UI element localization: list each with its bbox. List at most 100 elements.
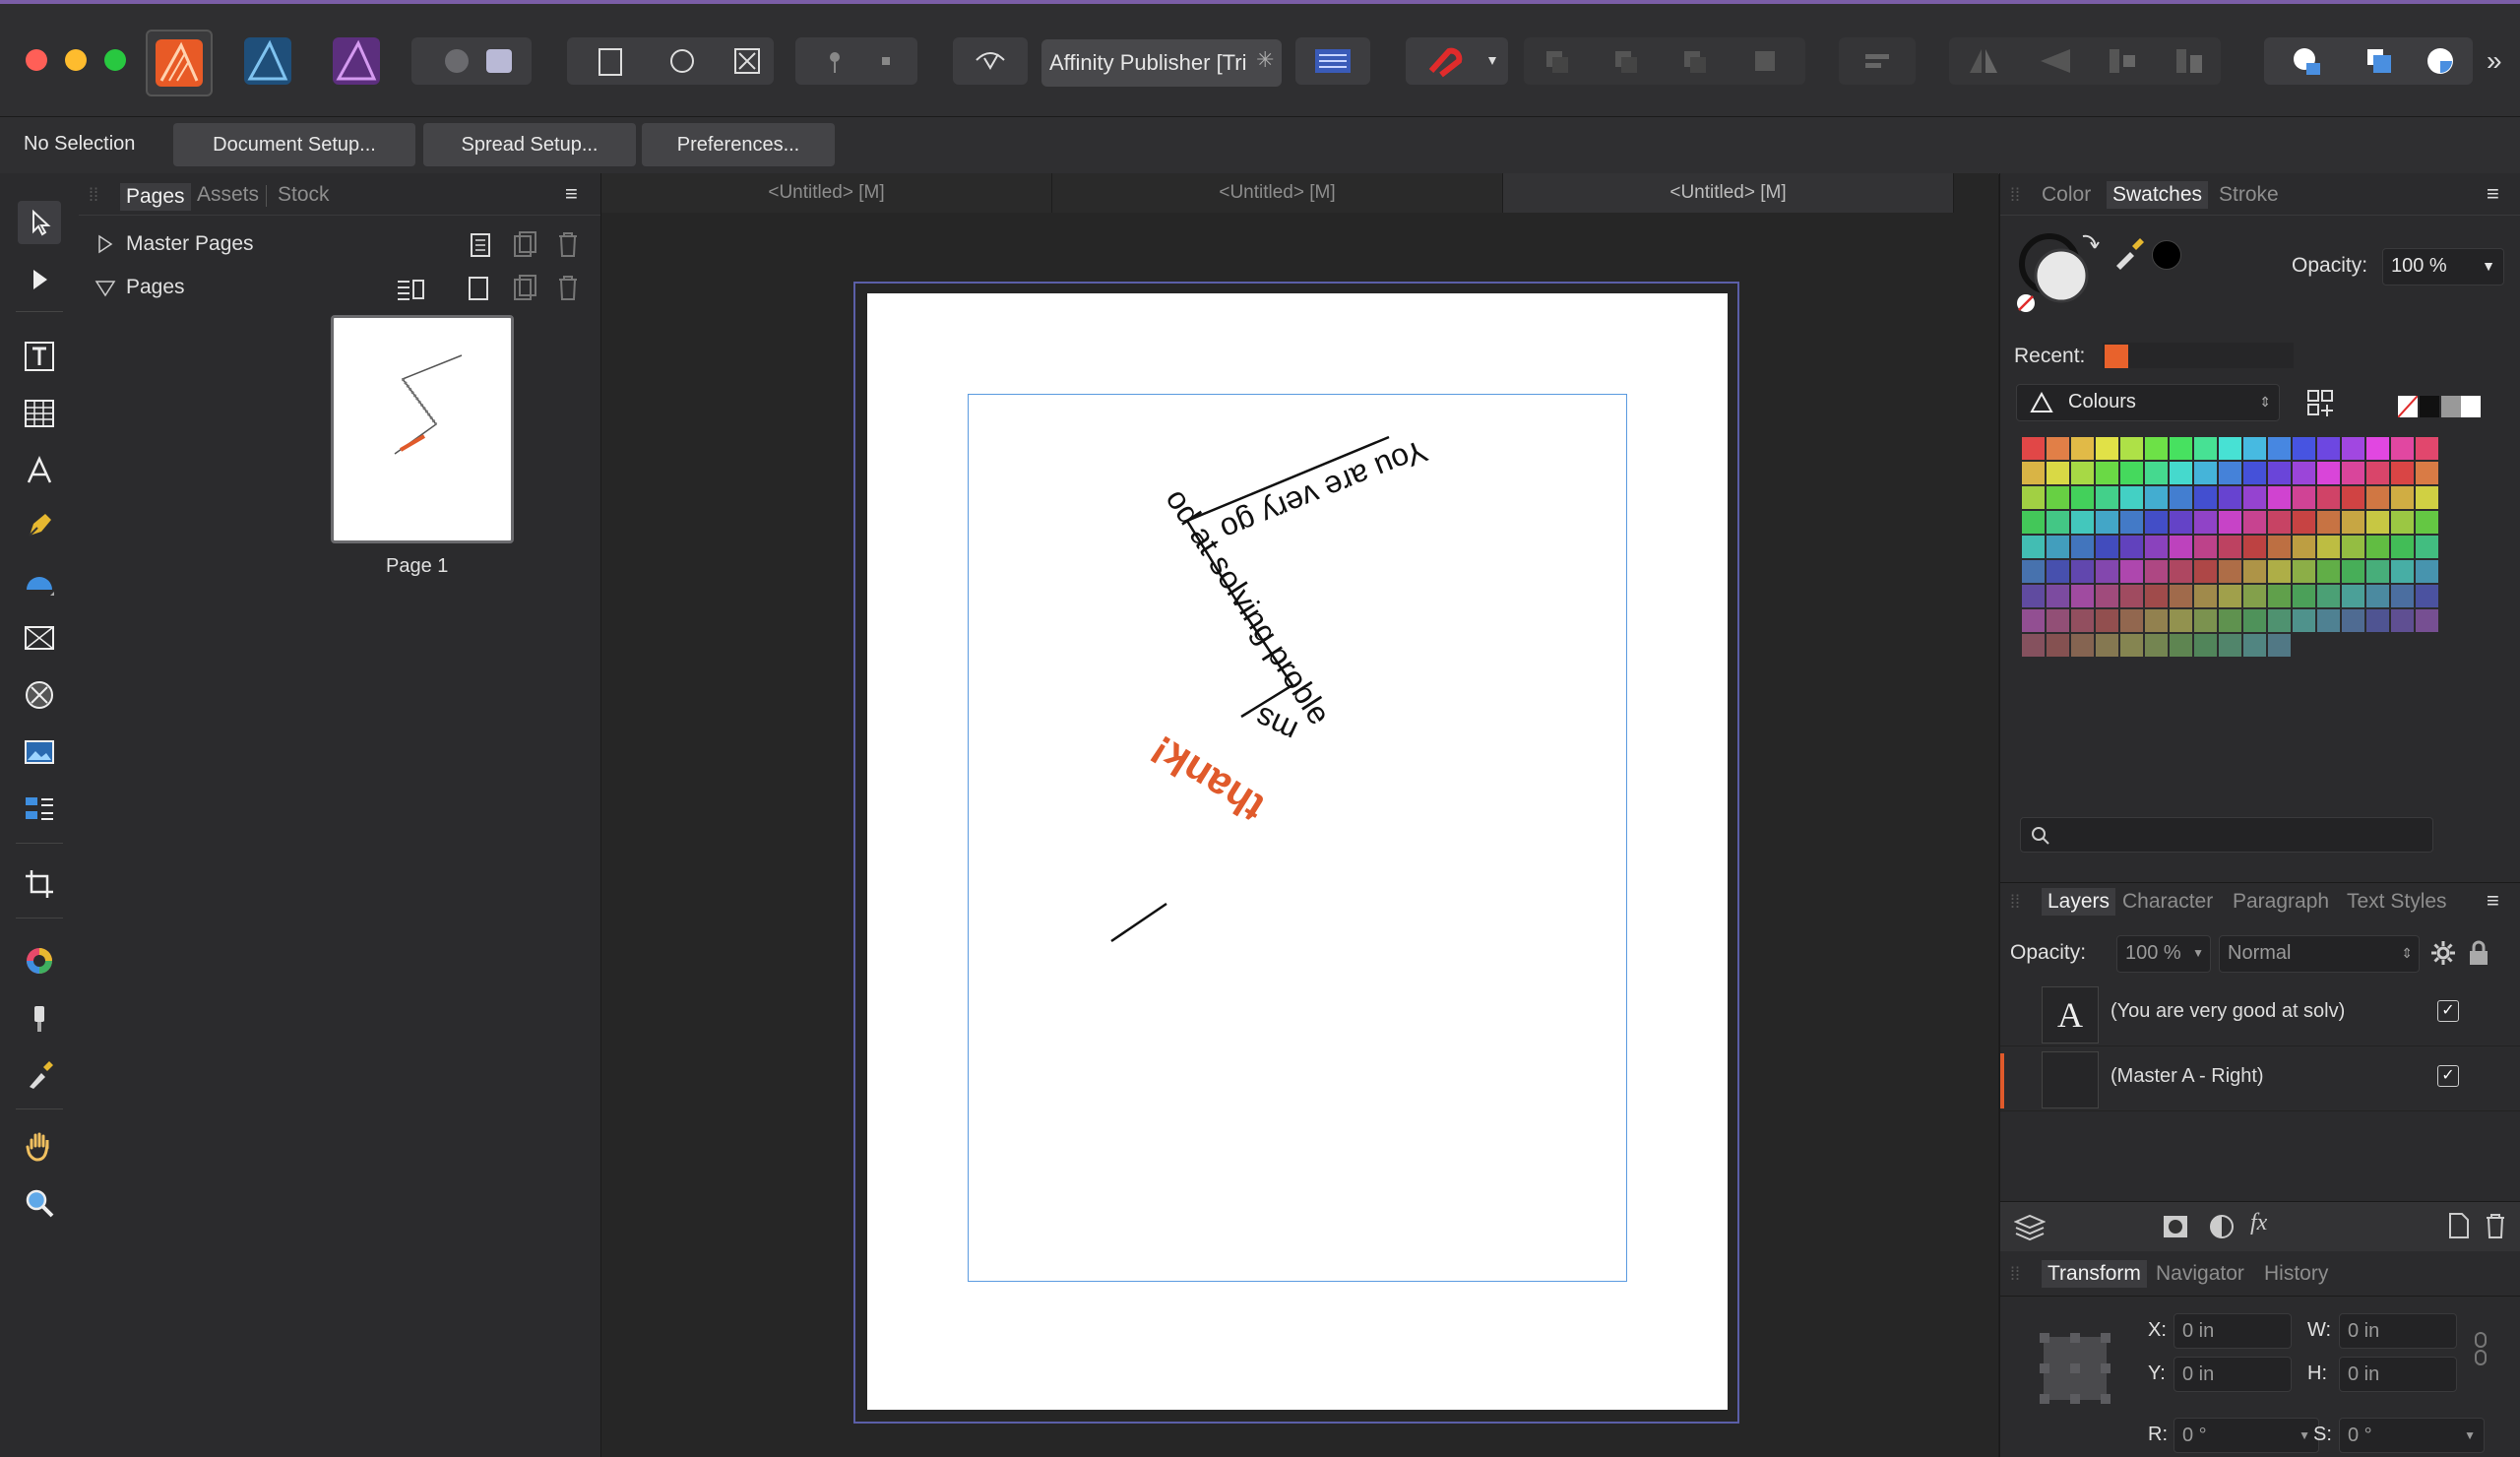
color-swatch[interactable] (2145, 511, 2168, 534)
color-swatch[interactable] (2194, 560, 2217, 583)
color-swatch[interactable] (2120, 462, 2143, 484)
adjustment-icon[interactable] (2209, 1214, 2235, 1239)
tab-paragraph[interactable]: Paragraph (2233, 890, 2329, 914)
color-swatch[interactable] (2219, 462, 2241, 484)
color-swatch[interactable] (2416, 511, 2438, 534)
y-field[interactable]: 0 in (2174, 1357, 2292, 1392)
color-swatch[interactable] (2317, 536, 2340, 558)
color-swatch[interactable] (2391, 609, 2414, 632)
snapping-button[interactable] (1406, 37, 1508, 85)
color-swatch[interactable] (2317, 511, 2340, 534)
color-swatch[interactable] (2071, 437, 2094, 460)
color-swatch[interactable] (2219, 486, 2241, 509)
color-swatch[interactable] (2317, 560, 2340, 583)
crop-tool-icon[interactable] (18, 862, 61, 906)
color-swatch[interactable] (2366, 536, 2389, 558)
color-swatch[interactable] (2194, 462, 2217, 484)
color-swatch[interactable] (2096, 585, 2118, 607)
fill-tool-icon[interactable] (18, 939, 61, 982)
gear-icon[interactable] (2429, 939, 2457, 967)
ellipse-frame-tool-icon[interactable] (18, 673, 61, 717)
color-swatch[interactable] (2022, 511, 2045, 534)
master-pages-row[interactable]: Master Pages (79, 222, 600, 266)
tab-transform[interactable]: Transform (2042, 1260, 2147, 1288)
panel-menu-icon[interactable]: ≡ (2487, 888, 2499, 914)
lock-icon[interactable] (2467, 939, 2490, 967)
color-swatch[interactable] (2416, 536, 2438, 558)
color-swatch[interactable] (2366, 585, 2389, 607)
picture-frame-tool-icon[interactable] (18, 616, 61, 660)
color-swatch[interactable] (2293, 609, 2315, 632)
color-swatch[interactable] (2096, 609, 2118, 632)
palette-selector[interactable]: Colours ⇕ (2016, 384, 2280, 421)
doc-tab-2[interactable]: <Untitled> [M] (1052, 173, 1503, 213)
color-swatch[interactable] (2293, 536, 2315, 558)
color-swatch[interactable] (2366, 486, 2389, 509)
color-swatch[interactable] (2022, 634, 2045, 657)
color-swatch[interactable] (2293, 462, 2315, 484)
w-field[interactable]: 0 in (2339, 1313, 2457, 1349)
color-swatch[interactable] (2071, 462, 2094, 484)
color-swatch[interactable] (2219, 511, 2241, 534)
frame-text-tool-icon[interactable] (18, 335, 61, 378)
color-swatch[interactable] (2219, 437, 2241, 460)
color-swatch[interactable] (2194, 634, 2217, 657)
table-tool-icon[interactable] (18, 392, 61, 435)
color-swatch[interactable] (2243, 585, 2266, 607)
recent-color-swatch[interactable] (2105, 345, 2128, 368)
delete-master-icon[interactable] (557, 230, 579, 258)
tab-stroke[interactable]: Stroke (2219, 183, 2279, 207)
color-swatch[interactable] (2120, 536, 2143, 558)
color-swatch[interactable] (2317, 486, 2340, 509)
page-canvas[interactable]: You are very go od at solving proble ms … (867, 293, 1728, 1410)
color-swatch[interactable] (2194, 536, 2217, 558)
add-layer-icon[interactable] (2447, 1212, 2471, 1239)
h-field[interactable]: 0 in (2339, 1357, 2457, 1392)
color-swatch[interactable] (2071, 609, 2094, 632)
tab-stock[interactable]: Stock (278, 183, 330, 207)
doc-tab-3[interactable]: <Untitled> [M] (1503, 173, 1954, 213)
fx-icon[interactable]: fx (2250, 1210, 2267, 1236)
color-swatch[interactable] (2022, 486, 2045, 509)
color-swatch[interactable] (2243, 609, 2266, 632)
color-swatch[interactable] (2342, 437, 2364, 460)
panel-menu-icon[interactable]: ≡ (2487, 181, 2499, 207)
color-swatch[interactable] (2342, 536, 2364, 558)
color-swatch[interactable] (2268, 609, 2291, 632)
pen-tool-icon[interactable] (18, 504, 61, 547)
transparency-tool-icon[interactable] (18, 996, 61, 1040)
color-swatch[interactable] (2120, 511, 2143, 534)
layers-opacity-field[interactable]: 100 % ▼ (2116, 935, 2211, 973)
color-swatch[interactable] (2317, 609, 2340, 632)
color-swatch[interactable] (2022, 462, 2045, 484)
color-swatch[interactable] (2145, 462, 2168, 484)
rotation-field[interactable]: 0 ° ▼ (2174, 1418, 2319, 1453)
color-swatch[interactable] (2170, 486, 2192, 509)
spread-setup-button[interactable]: Spread Setup... (423, 123, 636, 166)
view-tool-hand-icon[interactable] (18, 1124, 61, 1168)
color-swatch[interactable] (2342, 585, 2364, 607)
place-image-tool-icon[interactable] (18, 730, 61, 774)
color-swatch[interactable] (2268, 462, 2291, 484)
arrange-buttons[interactable] (1524, 37, 1805, 85)
pages-row[interactable]: Pages (79, 266, 600, 309)
layer-row[interactable]: (Master A - Right) ✓ (2000, 1045, 2520, 1111)
designer-persona-icon[interactable] (236, 30, 299, 93)
color-swatch[interactable] (2391, 437, 2414, 460)
preflight-icon[interactable] (953, 37, 1028, 85)
color-swatch[interactable] (2293, 585, 2315, 607)
color-swatch[interactable] (2022, 585, 2045, 607)
color-swatch[interactable] (2243, 462, 2266, 484)
color-swatch[interactable] (2047, 585, 2069, 607)
document-title-button[interactable]: Affinity Publisher [Tri (1041, 39, 1282, 87)
color-swatch[interactable] (2047, 437, 2069, 460)
layer-visibility-checkbox[interactable]: ✓ (2437, 1065, 2459, 1087)
color-swatch[interactable] (2342, 560, 2364, 583)
move-tool-icon[interactable] (18, 201, 61, 244)
color-swatch[interactable] (2268, 486, 2291, 509)
duplicate-master-icon[interactable] (512, 230, 537, 258)
color-swatch[interactable] (2342, 486, 2364, 509)
shear-field[interactable]: 0 ° ▼ (2339, 1418, 2485, 1453)
color-swatch[interactable] (2096, 511, 2118, 534)
color-swatch[interactable] (2047, 536, 2069, 558)
